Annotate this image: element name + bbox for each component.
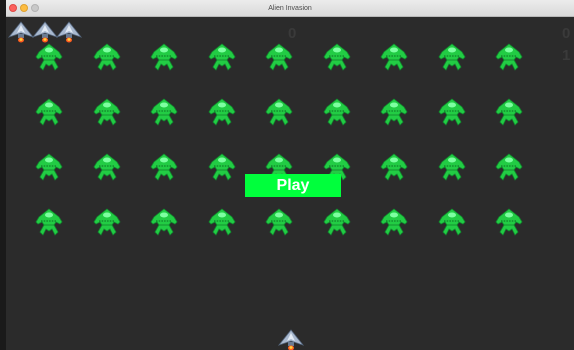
- alien-invader-icon: [437, 153, 466, 181]
- alien-invader-icon: [495, 43, 523, 71]
- play-button[interactable]: Play: [245, 174, 341, 197]
- alien-invader-icon: [495, 208, 523, 236]
- alien-invader-icon: [92, 153, 121, 181]
- game-screen: 0 0 1 Play: [6, 17, 574, 350]
- alien-invader-icon: [35, 98, 63, 126]
- alien-invader-icon: [265, 43, 293, 71]
- alien-invader-icon: [265, 98, 293, 126]
- alien-invader-icon: [437, 208, 466, 236]
- alien-invader-icon: [265, 208, 293, 236]
- alien-invader-icon: [150, 208, 178, 236]
- alien-invader-icon: [150, 43, 178, 71]
- ship-life-icon: [32, 21, 58, 43]
- alien-invader-icon: [92, 208, 121, 236]
- alien-invader-icon: [322, 43, 351, 71]
- high-score-value: 0: [562, 25, 571, 42]
- title-bar: Alien Invasion: [6, 0, 574, 17]
- alien-invader-icon: [380, 43, 408, 71]
- alien-invader-icon: [92, 43, 121, 71]
- alien-invader-icon: [207, 43, 236, 71]
- alien-invader-icon: [150, 153, 178, 181]
- alien-invader-icon: [322, 208, 351, 236]
- ship-life-icon: [56, 21, 82, 43]
- alien-invader-icon: [380, 98, 408, 126]
- alien-invader-icon: [437, 98, 466, 126]
- alien-invader-icon: [207, 153, 236, 181]
- alien-invader-icon: [322, 98, 351, 126]
- game-window: Alien Invasion 0 0 1 Play: [6, 0, 574, 350]
- alien-invader-icon: [437, 43, 466, 71]
- alien-invader-icon: [495, 153, 523, 181]
- window-title: Alien Invasion: [268, 5, 312, 12]
- level-value: 1: [562, 47, 571, 64]
- score-value: 0: [288, 25, 297, 42]
- alien-invader-icon: [207, 98, 236, 126]
- alien-invader-icon: [380, 153, 408, 181]
- alien-invader-icon: [92, 98, 121, 126]
- alien-invader-icon: [495, 98, 523, 126]
- alien-invader-icon: [35, 43, 63, 71]
- alien-invader-icon: [35, 153, 63, 181]
- alien-invader-icon: [150, 98, 178, 126]
- alien-invader-icon: [35, 208, 63, 236]
- ship-life-icon: [8, 21, 34, 43]
- alien-invader-icon: [207, 208, 236, 236]
- player-ship-icon: [278, 329, 304, 350]
- alien-invader-icon: [380, 208, 408, 236]
